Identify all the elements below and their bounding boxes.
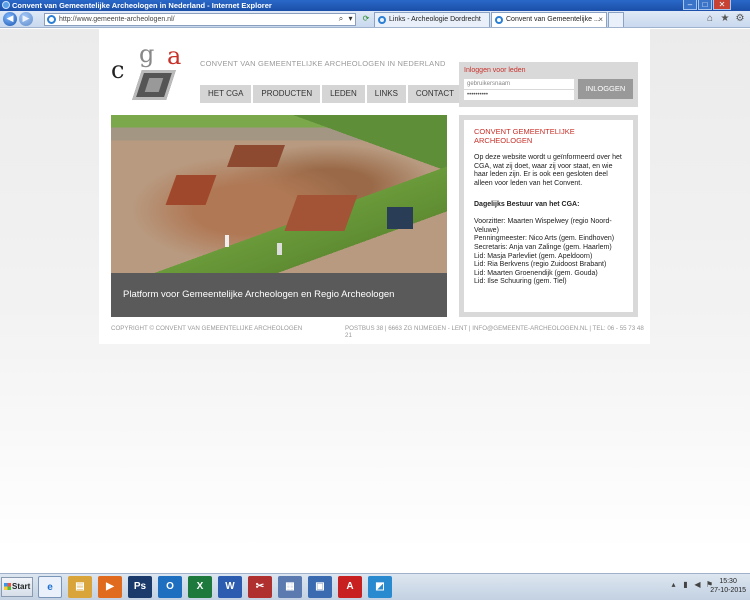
board-member: Secretaris: Anja van Zalinge (gem. Haarl… — [474, 243, 612, 251]
browser-toolbar: ◀ ▶ http://www.gemeente-archeologen.nl/ … — [0, 11, 750, 28]
taskbar: Start e ▤ ▶ Ps O X W ✂ ▦ ▣ A ◩ ▴ ▮ ◀ ⚑ 15:30 27-10-… — [0, 573, 750, 600]
clock-time: 15:30 — [719, 578, 737, 585]
footer-copyright: COPYRIGHT © CONVENT VAN GEMEENTELIJKE AR… — [111, 325, 303, 332]
main-menu: HET CGA PRODUCTEN LEDEN LINKS CONTACT — [200, 85, 462, 103]
menu-item-leden[interactable]: LEDEN — [322, 85, 365, 103]
home-icon[interactable]: ⌂ — [704, 13, 716, 25]
browser-tool-icons: ⌂ ★ ⚙ — [704, 13, 746, 25]
start-label: Start — [12, 582, 31, 591]
address-bar[interactable]: http://www.gemeente-archeologen.nl/ — [44, 13, 356, 26]
outlook-icon[interactable]: O — [158, 576, 182, 598]
hero-caption: Platform voor Gemeentelijke Archeologen … — [111, 273, 447, 317]
minimize-button[interactable]: – — [683, 0, 697, 10]
logo-letter-g: g — [139, 40, 155, 68]
tab-links-archeologie[interactable]: Links - Archeologie Dordrecht — [374, 12, 490, 27]
board-member: Lid: Ria Berkvens (regio Zuidoost Braban… — [474, 261, 607, 269]
board-member: Lid: Masja Parlevliet (gem. Apeldoorn) — [474, 252, 593, 260]
favorites-star-icon[interactable]: ★ — [719, 13, 731, 25]
info-intro: Op deze website wordt u geïnformeerd ove… — [474, 154, 622, 187]
page-favicon-icon — [47, 15, 56, 24]
tab-favicon-icon — [495, 16, 503, 24]
page-viewport: c g a CONVENT VAN GEMEENTELIJKE ARCHEOLO… — [0, 29, 750, 573]
info-panel-content: CONVENT GEMEENTELIJKE ARCHEOLOGEN Op dez… — [464, 120, 633, 312]
tab-label: Convent van Gemeentelijke ... — [506, 16, 600, 23]
window-title: Convent van Gemeentelijke Archeologen in… — [12, 1, 272, 10]
info-title: CONVENT GEMEENTELIJKE ARCHEOLOGEN — [474, 127, 575, 145]
media-player-icon[interactable]: ▶ — [98, 576, 122, 598]
window-controls: – □ ✕ — [682, 0, 731, 11]
password-field[interactable]: •••••••••• — [464, 90, 574, 100]
gear-icon[interactable]: ⚙ — [734, 13, 746, 25]
close-button[interactable]: ✕ — [713, 0, 731, 10]
tab-label: Links - Archeologie Dordrecht — [389, 16, 481, 23]
snipping-tool-icon[interactable]: ✂ — [248, 576, 272, 598]
archaeologist-figure — [225, 235, 229, 247]
system-clock[interactable]: 15:30 27-10-2015 — [710, 577, 746, 595]
photoshop-icon[interactable]: Ps — [128, 576, 152, 598]
excavation-wall — [284, 195, 358, 231]
remote-desktop-icon[interactable]: ▣ — [308, 576, 332, 598]
clock-date: 27-10-2015 — [710, 587, 746, 594]
excel-icon[interactable]: X — [188, 576, 212, 598]
notification-icon[interactable]: ▴ — [669, 580, 678, 590]
board-member: Lid: Maarten Groenendijk (gem. Gouda) — [474, 269, 598, 277]
windows-logo-icon — [4, 583, 11, 590]
internet-explorer-icon — [2, 1, 10, 9]
menu-item-links[interactable]: LINKS — [366, 85, 406, 103]
login-panel: Inloggen voor leden gebruikersnaam •••••… — [459, 62, 638, 107]
start-button[interactable]: Start — [1, 577, 33, 597]
board-member: Lid: Ilse Schuuring (gem. Tiel) — [474, 278, 567, 286]
logo-letter-c: c — [111, 56, 125, 84]
file-explorer-icon[interactable]: ▤ — [68, 576, 92, 598]
address-dropdown-icon[interactable]: ▾ — [346, 13, 355, 26]
menu-item-contact[interactable]: CONTACT — [407, 85, 462, 103]
login-button[interactable]: INLOGGEN — [578, 79, 633, 99]
menu-item-het-cga[interactable]: HET CGA — [200, 85, 252, 103]
board-member: Penningmeester: Nico Arts (gem. Eindhove… — [474, 235, 615, 243]
search-icon[interactable]: ⌕ — [336, 13, 346, 26]
menu-item-producten[interactable]: PRODUCTEN — [253, 85, 321, 103]
excavation-wall — [226, 145, 286, 167]
acrobat-icon[interactable]: A — [338, 576, 362, 598]
network-icon[interactable]: ▮ — [681, 580, 690, 590]
footer-contact[interactable]: POSTBUS 38 | 6663 ZG NIJMEGEN - LENT | I… — [345, 325, 650, 339]
site-slogan: CONVENT VAN GEMEENTELIJKE ARCHEOLOGEN IN… — [200, 59, 446, 68]
tab-convent[interactable]: Convent van Gemeentelijke ... × — [491, 12, 607, 27]
new-tab-button[interactable] — [608, 12, 624, 27]
login-title: Inloggen voor leden — [464, 67, 526, 74]
maximize-button[interactable]: □ — [698, 0, 712, 10]
hero-banner: Platform voor Gemeentelijke Archeologen … — [111, 115, 447, 317]
excavation-photo — [111, 115, 447, 273]
forward-icon[interactable]: ▶ — [19, 12, 33, 26]
logo-letter-a: a — [167, 42, 182, 70]
site-shed — [387, 207, 413, 229]
board-heading: Dagelijks Bestuur van het CGA: — [474, 200, 580, 208]
close-tab-icon[interactable]: × — [598, 13, 603, 27]
tab-favicon-icon — [378, 16, 386, 24]
board-members-list: Voorzitter: Maarten Wispelwey (regio Noo… — [474, 218, 623, 287]
window-title-bar: Convent van Gemeentelijke Archeologen in… — [0, 0, 750, 11]
system-tray: ▴ ▮ ◀ ⚑ — [669, 580, 714, 590]
username-field[interactable]: gebruikersnaam — [464, 79, 574, 89]
word-icon[interactable]: W — [218, 576, 242, 598]
notepad-icon[interactable]: ▦ — [278, 576, 302, 598]
excavation-wall — [165, 175, 217, 205]
website-container: c g a CONVENT VAN GEMEENTELIJKE ARCHEOLO… — [99, 29, 650, 344]
address-url: http://www.gemeente-archeologen.nl/ — [59, 16, 175, 23]
back-icon[interactable]: ◀ — [3, 12, 17, 26]
info-panel: CONVENT GEMEENTELIJKE ARCHEOLOGEN Op dez… — [459, 115, 638, 317]
paint-icon[interactable]: ◩ — [368, 576, 392, 598]
archaeologist-figure — [277, 243, 282, 255]
board-member: Voorzitter: Maarten Wispelwey (regio Noo… — [474, 218, 612, 234]
refresh-icon[interactable]: ⟳ — [361, 13, 371, 26]
internet-explorer-icon[interactable]: e — [38, 576, 62, 598]
cga-logo[interactable]: c g a — [111, 40, 187, 104]
volume-icon[interactable]: ◀ — [693, 580, 702, 590]
